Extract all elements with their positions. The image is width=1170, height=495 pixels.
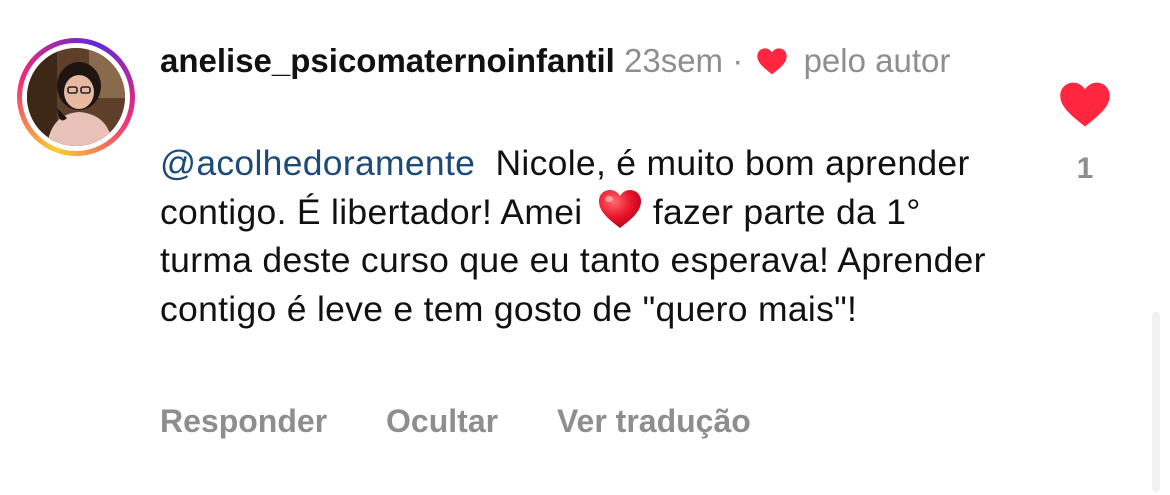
avatar-photo	[27, 48, 125, 146]
liked-by-author-heart-icon	[756, 43, 788, 75]
mention-link[interactable]: @acolhedoramente	[160, 143, 475, 183]
red-heart-emoji-icon	[597, 188, 643, 230]
hide-button[interactable]: Ocultar	[386, 403, 498, 439]
avatar[interactable]	[27, 48, 125, 146]
meta-separator: ·	[732, 42, 744, 79]
comment-header: anelise_psicomaternoinfantil 23sem · pel…	[160, 40, 980, 82]
like-count[interactable]: 1	[1060, 152, 1110, 186]
avatar-ring-gap	[22, 43, 130, 151]
like-heart-icon[interactable]	[1058, 80, 1112, 128]
comment-time: 23sem	[623, 42, 724, 79]
translate-button[interactable]: Ver tradução	[557, 403, 751, 439]
comment-text: @acolhedoramente Nicole, é muito bom apr…	[160, 139, 1020, 333]
avatar-story-ring[interactable]	[17, 38, 135, 156]
comment-actions: Responder Ocultar Ver tradução	[160, 400, 801, 442]
liked-by-author-label: pelo autor	[803, 42, 951, 79]
scrollbar[interactable]	[1152, 312, 1160, 492]
username-link[interactable]: anelise_psicomaternoinfantil	[160, 42, 615, 79]
reply-button[interactable]: Responder	[160, 403, 327, 439]
